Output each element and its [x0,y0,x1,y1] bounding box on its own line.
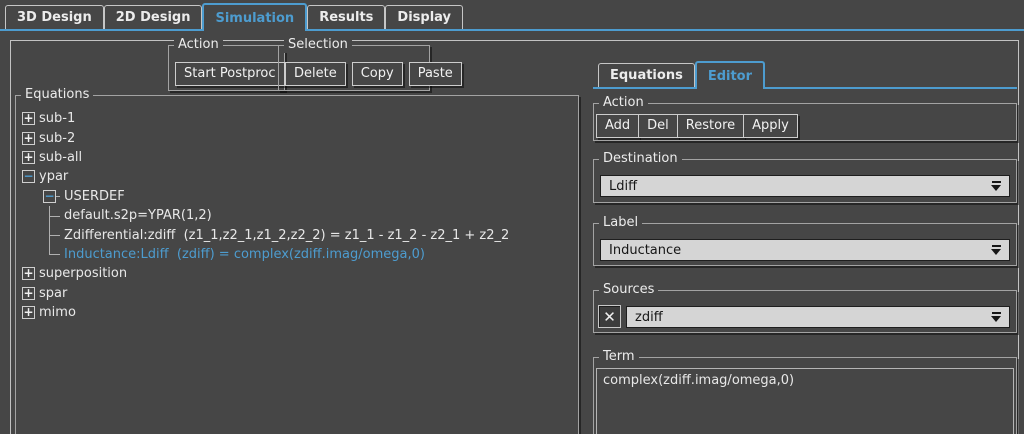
action-group: Action Start Postproc [168,37,285,91]
label-group: Label Inductance [593,215,1017,266]
editor-tab-editor[interactable]: Editor [694,61,766,89]
destination-value: Ldiff [609,178,638,194]
sources-group-label: Sources [599,282,659,298]
expand-plus-icon[interactable]: + [22,286,35,300]
tree-row: − ypar [16,167,578,186]
editor-action-group-label: Action [599,95,648,111]
term-group: Term complex(zdiff.imag/omega,0) [593,349,1017,434]
tree-row: + sub-all [16,148,578,167]
selection-group-label: Selection [284,37,352,53]
editor-restore-button[interactable]: Restore [676,114,745,138]
sources-value: zdiff [635,309,663,325]
tree-connector [49,244,60,264]
selection-group: Selection Delete Copy Paste [278,37,462,91]
expand-plus-icon[interactable]: + [22,306,35,320]
toolbar-paste-button[interactable]: Paste [408,62,462,86]
equations-group-label: Equations [21,87,94,103]
tab-simulation[interactable]: Simulation [202,3,308,31]
tree-row: Inductance:Ldiff (zdiff) = complex(zdiff… [16,244,578,264]
action-group-label: Action [174,37,223,53]
editor-action-group: Action Add Del Restore Apply [593,95,1017,141]
tree-row: + superposition [16,264,578,283]
editor-apply-button[interactable]: Apply [743,114,798,138]
tree-row: + spar [16,284,578,303]
combo-arrow-icon [991,245,1001,255]
main-tabbar: 3D Design 2D Design Simulation Results Displ… [0,0,1024,31]
destination-dropdown[interactable]: Ldiff [600,175,1010,197]
expand-plus-icon[interactable]: + [22,131,35,145]
equations-group: Equations + sub-1 + sub-2 + sub-all − ypar − USER… [15,87,579,434]
editor-tabbar: Equations Editor [593,58,1017,89]
tree-item-label[interactable]: mimo [35,305,76,320]
action-group-buttons: Start Postproc [175,62,285,86]
combo-arrow-icon [991,181,1001,191]
sources-checkbox[interactable]: ✕ [598,305,621,328]
tab-2d-design[interactable]: 2D Design [103,5,203,29]
term-group-label: Term [599,349,639,365]
tree-connector [49,225,60,245]
tree-row: − USERDEF [16,187,578,206]
tree-item-label[interactable]: spar [35,286,67,301]
editor-tab-equations[interactable]: Equations [598,63,695,87]
expand-plus-icon[interactable]: + [22,112,35,126]
tree-item-label[interactable]: Inductance:Ldiff (zdiff) = complex(zdiff… [60,247,425,262]
editor-panel: Equations Editor Action Add Del Restore Appl… [593,41,1017,434]
tab-3d-design[interactable]: 3D Design [5,5,104,29]
term-textarea[interactable]: complex(zdiff.imag/omega,0) [596,368,1014,434]
tree-item-label[interactable]: USERDEF [60,189,125,204]
tree-connector [49,205,60,226]
destination-group: Destination Ldiff [593,151,1017,203]
equations-tree: + sub-1 + sub-2 + sub-all − ypar − USERDEF default… [16,96,578,322]
checkbox-x-icon: ✕ [603,307,616,326]
toolbar-copy-button[interactable]: Copy [351,62,403,86]
collapse-minus-icon[interactable]: − [43,189,56,203]
tab-display[interactable]: Display [385,5,464,29]
selection-group-buttons: Delete Copy Paste [285,62,462,86]
label-dropdown[interactable]: Inductance [600,239,1010,261]
editor-del-button[interactable]: Del [638,114,678,138]
main-panel: Action Start Postproc Selection Delete Co… [10,37,1019,434]
tree-item-label[interactable]: default.s2p=YPAR(1,2) [60,208,212,223]
toolbar-delete-button[interactable]: Delete [285,62,346,86]
label-value: Inductance [609,242,682,258]
sources-dropdown[interactable]: zdiff [626,306,1010,328]
tree-row: + sub-1 [16,109,578,128]
expand-plus-icon[interactable]: + [22,150,35,164]
tree-item-label[interactable]: sub-all [35,150,82,165]
combo-arrow-icon [991,312,1001,322]
label-group-label: Label [599,215,643,231]
tree-row: + mimo [16,303,578,322]
tree-item-label[interactable]: Zdifferential:zdiff (z1_1,z2_1,z1_2,z2_2… [60,228,509,243]
toolbar-start-postproc-button[interactable]: Start Postproc [175,62,285,86]
tree-row: + sub-2 [16,128,578,147]
tree-item-label[interactable]: sub-1 [35,111,75,126]
expand-plus-icon[interactable]: + [22,267,35,281]
destination-group-label: Destination [599,151,682,167]
tree-item-label[interactable]: ypar [35,169,68,184]
tab-results[interactable]: Results [307,5,386,29]
tree-item-label[interactable]: superposition [35,266,127,281]
sources-group: Sources ✕ zdiff [593,282,1017,333]
tree-row: default.s2p=YPAR(1,2) [16,205,578,226]
editor-add-button[interactable]: Add [596,114,640,138]
editor-action-buttons: Add Del Restore Apply [596,114,798,138]
collapse-minus-icon[interactable]: − [22,170,35,184]
tree-item-label[interactable]: sub-2 [35,131,75,146]
tree-row: Zdifferential:zdiff (z1_1,z2_1,z1_2,z2_2… [16,225,578,245]
